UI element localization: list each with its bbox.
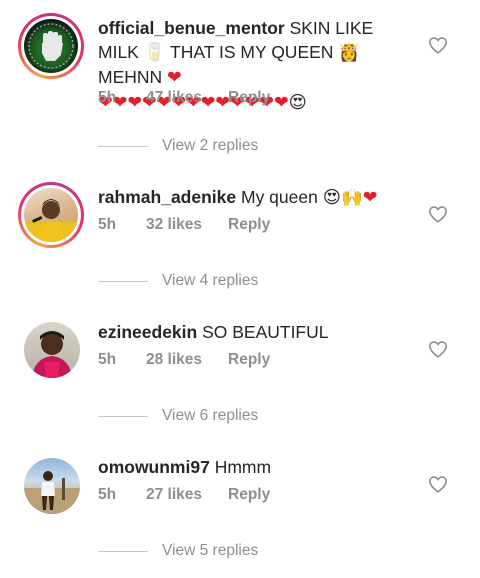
view-replies-button[interactable]: View 5 replies	[162, 542, 258, 560]
comment-body: My queen	[236, 187, 323, 207]
view-replies-button[interactable]: View 2 replies	[162, 137, 258, 155]
username[interactable]: ezineedekin	[98, 322, 197, 342]
milk-emoji: 🥛	[143, 43, 166, 63]
divider-line	[98, 550, 148, 552]
comment-text: omowunmi97 Hmmm	[98, 455, 418, 479]
person-photo-icon	[24, 199, 78, 242]
likes-count[interactable]: 32 likes	[146, 216, 228, 234]
username[interactable]: rahmah_adenike	[98, 187, 236, 207]
comment-meta: 5h 28 likes Reply	[98, 351, 270, 369]
divider-line	[98, 145, 148, 147]
heart-outline-icon	[428, 37, 448, 54]
heart-outline-icon	[428, 341, 448, 358]
likes-count[interactable]: 27 likes	[146, 486, 228, 504]
avatar-story-ring[interactable]	[18, 182, 84, 248]
view-replies: View 2 replies	[98, 137, 258, 155]
view-replies: View 5 replies	[98, 542, 258, 560]
comment-text: ezineedekin SO BEAUTIFUL	[98, 320, 418, 344]
person-photo-icon	[24, 471, 80, 514]
view-replies: View 6 replies	[98, 407, 258, 425]
comment-body: Hmmm	[209, 457, 272, 477]
comment-text: rahmah_adenike My queen 😍🙌❤	[98, 185, 418, 210]
likes-count[interactable]: 47 likes	[146, 89, 228, 107]
like-button[interactable]	[428, 475, 448, 493]
view-replies: View 4 replies	[98, 272, 258, 290]
comment-meta: 5h 27 likes Reply	[98, 486, 270, 504]
heart-emoji: ❤	[362, 188, 378, 208]
heart-outline-icon	[428, 476, 448, 493]
avatar	[24, 188, 78, 242]
avatar-photo	[24, 458, 80, 514]
reply-button[interactable]: Reply	[228, 351, 270, 369]
queen-emoji: 👸	[338, 43, 361, 63]
comment-body: MEHNN	[98, 67, 168, 87]
reply-button[interactable]: Reply	[228, 89, 270, 107]
username[interactable]: official_benue_mentor	[98, 18, 285, 38]
timestamp: 5h	[98, 89, 117, 106]
avatar-photo	[24, 322, 80, 378]
view-replies-button[interactable]: View 4 replies	[162, 272, 258, 290]
username[interactable]: omowunmi97	[98, 457, 210, 477]
comment-body: SO BEAUTIFUL	[197, 322, 329, 342]
timestamp: 5h	[98, 216, 117, 233]
avatar-story-ring[interactable]	[18, 13, 84, 79]
like-button[interactable]	[428, 205, 448, 223]
reply-button[interactable]: Reply	[228, 216, 270, 234]
timestamp: 5h	[98, 486, 117, 503]
person-photo-icon	[32, 331, 72, 378]
likes-count[interactable]: 28 likes	[146, 351, 228, 369]
reply-button[interactable]: Reply	[228, 486, 270, 504]
heart-emoji: ❤	[167, 68, 182, 88]
avatar	[24, 19, 78, 73]
comment-meta: 5h 32 likes Reply	[98, 216, 270, 234]
heart-outline-icon	[428, 206, 448, 223]
comment-body: THAT IS MY QUEEN	[165, 42, 339, 62]
avatar[interactable]	[24, 458, 80, 514]
view-replies-button[interactable]: View 6 replies	[162, 407, 258, 425]
fist-logo-icon	[28, 23, 74, 69]
comment-meta: 5h 47 likes Reply	[98, 89, 270, 107]
like-button[interactable]	[428, 36, 448, 54]
heart-eyes-emoji: 😍	[288, 93, 307, 113]
divider-line	[98, 280, 148, 282]
avatar[interactable]	[24, 322, 80, 378]
timestamp: 5h	[98, 351, 117, 368]
like-button[interactable]	[428, 340, 448, 358]
divider-line	[98, 415, 148, 417]
heart-eyes-clap-emoji: 😍🙌	[322, 188, 363, 208]
